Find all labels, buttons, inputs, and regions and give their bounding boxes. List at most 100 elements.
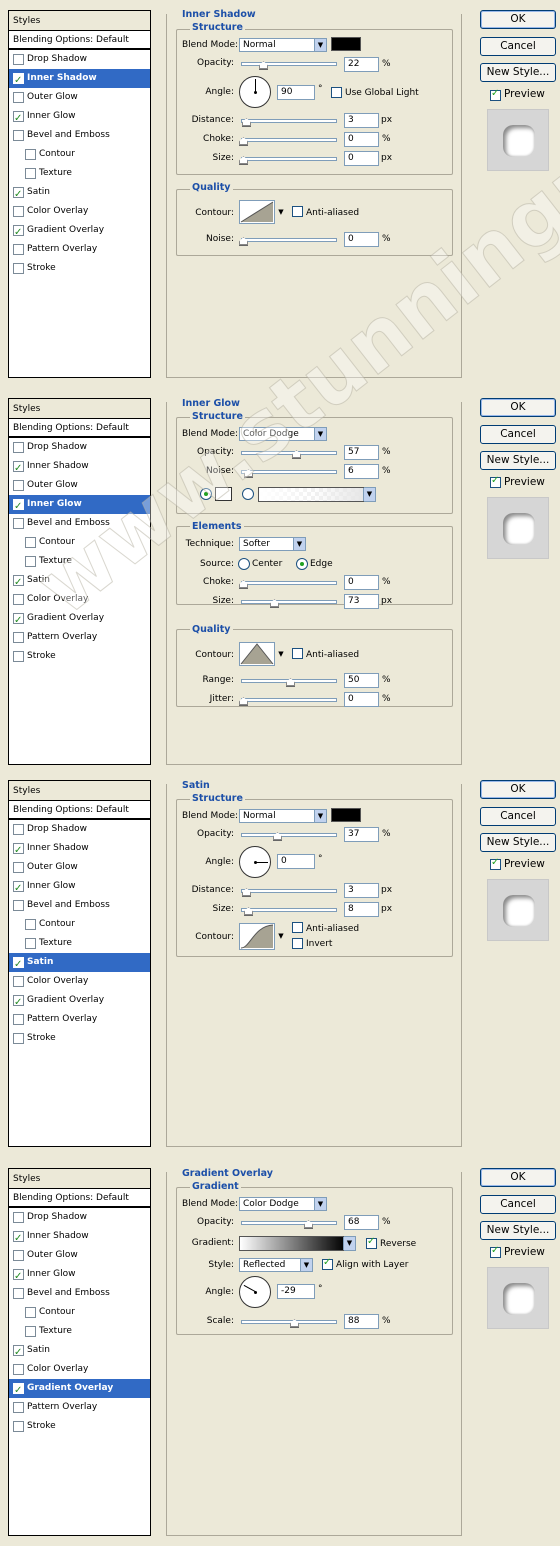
style-item-texture[interactable]: Texture [9, 552, 150, 571]
style-checkbox[interactable] [25, 149, 36, 160]
style-item-inner-shadow[interactable]: Inner Shadow [9, 839, 150, 860]
slider-thumb[interactable] [239, 237, 248, 246]
style-item-outer-glow[interactable]: Outer Glow [9, 476, 150, 495]
style-checkbox[interactable] [13, 223, 24, 242]
chevron-down-icon[interactable]: ▼ [276, 642, 286, 666]
style-checkbox[interactable] [13, 109, 24, 128]
style-checkbox[interactable] [13, 1421, 24, 1432]
slider-thumb[interactable] [304, 1220, 313, 1229]
style-checkbox[interactable] [13, 611, 24, 630]
preview-checkbox[interactable] [490, 1245, 501, 1258]
opacity-input[interactable]: 22 [344, 57, 379, 72]
style-item-drop-shadow[interactable]: Drop Shadow [9, 820, 150, 839]
anti-aliased-checkbox[interactable] [292, 648, 303, 659]
blend-mode-dropdown[interactable]: Color Dodge ▼ [239, 427, 327, 441]
style-item-stroke[interactable]: Stroke [9, 259, 150, 278]
blending-options-item[interactable]: Blending Options: Default [9, 419, 150, 438]
style-item-pattern-overlay[interactable]: Pattern Overlay [9, 628, 150, 647]
style-item-drop-shadow[interactable]: Drop Shadow [9, 1208, 150, 1227]
style-item-inner-glow[interactable]: Inner Glow [9, 107, 150, 128]
ok-button[interactable]: OK [480, 10, 556, 29]
style-item-gradient-overlay[interactable]: Gradient Overlay [9, 221, 150, 242]
style-checkbox[interactable] [13, 206, 24, 217]
use-global-light-checkbox[interactable] [331, 87, 342, 98]
style-item-stroke[interactable]: Stroke [9, 1417, 150, 1436]
noise-input[interactable]: 6 [344, 464, 379, 479]
style-checkbox[interactable] [13, 1014, 24, 1025]
choke-input[interactable]: 0 [344, 575, 379, 590]
chevron-down-icon[interactable]: ▼ [276, 924, 286, 948]
size-slider[interactable] [239, 156, 337, 165]
style-checkbox[interactable] [13, 1229, 24, 1248]
style-checkbox[interactable] [13, 71, 24, 90]
style-item-inner-shadow[interactable]: Inner Shadow [9, 1227, 150, 1248]
style-checkbox[interactable] [13, 497, 24, 516]
scale-input[interactable]: 88 [344, 1314, 379, 1329]
style-item-contour[interactable]: Contour [9, 915, 150, 934]
style-checkbox[interactable] [13, 1381, 24, 1400]
style-checkbox[interactable] [13, 651, 24, 662]
style-checkbox[interactable] [13, 244, 24, 255]
style-item-contour[interactable]: Contour [9, 145, 150, 164]
color-swatch[interactable] [331, 808, 361, 822]
anti-aliased-checkbox[interactable] [292, 206, 303, 217]
style-checkbox[interactable] [13, 824, 24, 835]
slider-thumb[interactable] [290, 1319, 299, 1328]
style-checkbox[interactable] [13, 879, 24, 898]
style-item-inner-shadow[interactable]: Inner Shadow [9, 69, 150, 90]
style-checkbox[interactable] [13, 92, 24, 103]
jitter-slider[interactable] [239, 697, 337, 706]
slider-thumb[interactable] [273, 832, 282, 841]
slider-thumb[interactable] [242, 118, 251, 127]
size-input[interactable]: 0 [344, 151, 379, 166]
slider-thumb[interactable] [239, 580, 248, 589]
size-input[interactable]: 73 [344, 594, 379, 609]
style-checkbox[interactable] [25, 168, 36, 179]
style-item-bevel-and-emboss[interactable]: Bevel and Emboss [9, 514, 150, 533]
slider-thumb[interactable] [239, 156, 248, 165]
style-checkbox[interactable] [13, 130, 24, 141]
style-checkbox[interactable] [25, 1307, 36, 1318]
distance-input[interactable]: 3 [344, 113, 379, 128]
style-checkbox[interactable] [13, 862, 24, 873]
anti-aliased-checkbox[interactable] [292, 922, 303, 933]
technique-dropdown[interactable]: Softer ▼ [239, 537, 306, 551]
choke-input[interactable]: 0 [344, 132, 379, 147]
opacity-input[interactable]: 37 [344, 827, 379, 842]
style-item-texture[interactable]: Texture [9, 1322, 150, 1341]
invert-checkbox[interactable] [292, 938, 303, 949]
style-checkbox[interactable] [25, 1326, 36, 1337]
slider-thumb[interactable] [242, 888, 251, 897]
angle-input[interactable]: -29 [277, 1284, 315, 1299]
blend-mode-dropdown[interactable]: Normal ▼ [239, 38, 327, 52]
opacity-slider[interactable] [241, 61, 337, 70]
style-item-contour[interactable]: Contour [9, 1303, 150, 1322]
new-style-button[interactable]: New Style... [480, 63, 556, 82]
source-edge-radio[interactable] [296, 558, 308, 570]
chevron-down-icon[interactable]: ▼ [276, 200, 286, 224]
style-checkbox[interactable] [13, 185, 24, 204]
gradient-picker[interactable] [239, 1236, 346, 1251]
style-checkbox[interactable] [13, 900, 24, 911]
style-checkbox[interactable] [13, 955, 24, 974]
style-checkbox[interactable] [13, 1250, 24, 1261]
style-item-color-overlay[interactable]: Color Overlay [9, 202, 150, 221]
new-style-button[interactable]: New Style... [480, 451, 556, 470]
style-item-bevel-and-emboss[interactable]: Bevel and Emboss [9, 896, 150, 915]
slider-thumb[interactable] [239, 137, 248, 146]
style-item-pattern-overlay[interactable]: Pattern Overlay [9, 1398, 150, 1417]
style-checkbox[interactable] [13, 632, 24, 643]
opacity-input[interactable]: 57 [344, 445, 379, 460]
ok-button[interactable]: OK [480, 780, 556, 799]
contour-picker[interactable] [239, 923, 275, 950]
style-checkbox[interactable] [13, 1364, 24, 1375]
styles-header[interactable]: Styles [9, 781, 150, 801]
distance-input[interactable]: 3 [344, 883, 379, 898]
style-item-inner-glow[interactable]: Inner Glow [9, 495, 150, 516]
style-item-texture[interactable]: Texture [9, 164, 150, 183]
range-slider[interactable] [241, 678, 337, 687]
preview-checkbox[interactable] [490, 857, 501, 870]
style-item-texture[interactable]: Texture [9, 934, 150, 953]
preview-checkbox[interactable] [490, 475, 501, 488]
angle-dial[interactable] [239, 76, 271, 108]
